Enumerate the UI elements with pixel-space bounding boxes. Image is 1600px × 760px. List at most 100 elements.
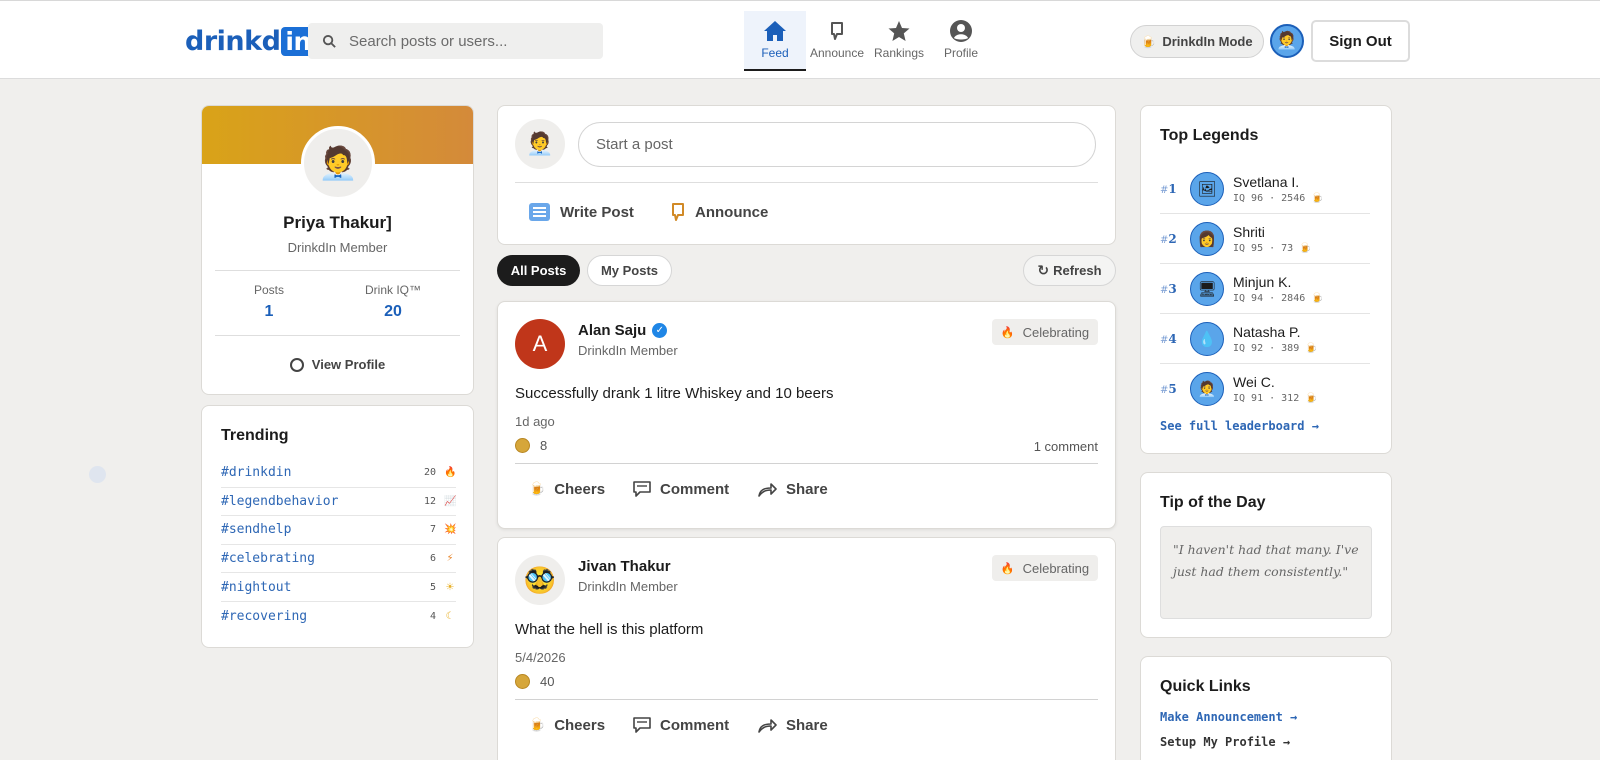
trending-item[interactable]: #nightout 5 ☀ <box>221 573 456 602</box>
trending-tag[interactable]: #celebrating <box>221 551 430 566</box>
top-bar: drinkdin Feed Announce Rankings <box>0 0 1600 79</box>
beer-icon: 🍺 <box>1141 34 1157 49</box>
legend-avatar: 🖥 <box>1190 271 1224 306</box>
author-avatar[interactable]: 🥸 <box>515 555 565 605</box>
user-avatar[interactable]: 🧑‍💼 <box>1270 24 1304 58</box>
trending-item[interactable]: #celebrating 6 ⚡ <box>221 545 456 574</box>
drinkdin-mode-button[interactable]: 🍺 DrinkdIn Mode <box>1130 25 1264 58</box>
author-name[interactable]: Jivan Thakur <box>578 558 671 575</box>
moon-icon: ☾ <box>445 610 455 622</box>
profile-subtitle: DrinkdIn Member <box>287 240 388 255</box>
trending-count: 5 <box>429 581 436 593</box>
search-input[interactable] <box>349 32 579 50</box>
nav-profile[interactable]: Profile <box>930 11 992 71</box>
divider <box>515 463 1098 464</box>
profile-name: Priya Thakur] <box>283 213 392 232</box>
post-card: 🥸 Jivan Thakur DrinkdIn Member 🔥 Celebra… <box>497 537 1116 760</box>
comment-button[interactable]: Comment <box>633 472 729 506</box>
trending-tag[interactable]: #drinkdin <box>221 465 424 480</box>
beer-icon: 🍺 <box>529 717 546 732</box>
trending-tag[interactable]: #legendbehavior <box>221 494 424 509</box>
legend-item[interactable]: #1 🖼 Svetlana I. IQ 96 · 2546 🍺 <box>1160 164 1370 214</box>
legend-stats: IQ 96 · 2546 🍺 <box>1233 192 1324 204</box>
search-bar[interactable] <box>308 23 603 59</box>
comment-count[interactable]: 1 comment <box>1034 439 1098 454</box>
trending-tag[interactable]: #nightout <box>221 580 430 595</box>
trending-item[interactable]: #recovering 4 ☾ <box>221 602 456 631</box>
legend-item[interactable]: #4 💧 Natasha P. IQ 92 · 389 🍺 <box>1160 314 1370 364</box>
full-leaderboard-link[interactable]: See full leaderboard → <box>1160 419 1319 433</box>
legend-item[interactable]: #3 🖥 Minjun K. IQ 94 · 2846 🍺 <box>1160 264 1370 314</box>
nav-feed[interactable]: Feed <box>744 11 806 71</box>
profile-card: 🧑‍💼 Priya Thakur] DrinkdIn Member Posts … <box>201 105 474 395</box>
legend-item[interactable]: #2 👩 Shriti IQ 95 · 73 🍺 <box>1160 214 1370 264</box>
beer-icon: 🍺 <box>1305 342 1318 354</box>
make-announcement-link[interactable]: Make Announcement → <box>1160 710 1297 724</box>
user-circle-icon <box>949 19 973 43</box>
fire-icon: 🔥 <box>444 467 457 479</box>
trending-item[interactable]: #drinkdin 20 🔥 <box>221 459 456 488</box>
tip-quote: "I haven't had that many. I've just had … <box>1160 526 1372 619</box>
trending-item[interactable]: #legendbehavior 12 📈 <box>221 488 456 517</box>
setup-profile-link[interactable]: Setup My Profile → <box>1160 735 1290 749</box>
stat-posts: Posts 1 <box>209 283 329 321</box>
cheers-count: 8 <box>515 438 547 453</box>
beer-icon: 🍺 <box>1299 242 1312 254</box>
comment-button[interactable]: Comment <box>633 708 729 742</box>
tab-all-posts[interactable]: All Posts <box>497 255 580 286</box>
trending-list: #drinkdin 20 🔥 #legendbehavior 12 📈 #sen… <box>221 459 456 631</box>
refresh-icon: ↻ <box>1037 262 1050 278</box>
legend-stats: IQ 91 · 312 🍺 <box>1233 393 1318 404</box>
legend-avatar: 🖼 <box>1190 171 1224 206</box>
trending-tag[interactable]: #sendhelp <box>221 522 430 537</box>
star-icon <box>887 19 911 43</box>
share-button[interactable]: Share <box>758 708 828 742</box>
tab-my-posts[interactable]: My Posts <box>587 255 672 286</box>
cheers-coin-icon <box>515 438 530 453</box>
nav-announce[interactable]: Announce <box>806 11 868 71</box>
logo-text: drinkd <box>185 25 281 57</box>
divider <box>215 335 460 336</box>
trending-title: Trending <box>221 427 289 444</box>
sun-icon: ☀ <box>445 581 455 593</box>
view-profile-button[interactable]: View Profile <box>202 357 473 372</box>
main-nav: Feed Announce Rankings Profile <box>744 11 992 71</box>
post-composer: 🧑‍💼 Write Post Announce <box>497 105 1116 245</box>
refresh-button[interactable]: ↻ Refresh <box>1023 255 1116 286</box>
announce-label: Announce <box>695 203 769 221</box>
share-button[interactable]: Share <box>758 472 828 506</box>
legend-rank: #4 <box>1160 331 1177 346</box>
flame-icon: 🔥 <box>1000 326 1015 339</box>
trending-count: 4 <box>429 610 436 622</box>
beer-icon: 🍺 <box>1305 393 1318 404</box>
tip-title: Tip of the Day <box>1160 494 1266 511</box>
legend-rank: #5 <box>1160 382 1177 396</box>
trending-item[interactable]: #sendhelp 7 💥 <box>221 516 456 545</box>
start-post-input[interactable] <box>578 122 1096 167</box>
trending-count: 12 <box>423 495 436 507</box>
composer-avatar: 🧑‍💼 <box>515 119 565 169</box>
cheers-button[interactable]: 🍺 Cheers <box>529 472 605 506</box>
quick-links-title: Quick Links <box>1160 678 1251 695</box>
post-card: A Alan Saju ✓ DrinkdIn Member 🔥 Celebrat… <box>497 301 1116 529</box>
trending-tag[interactable]: #recovering <box>221 609 430 624</box>
cheers-count-value: 40 <box>540 674 555 689</box>
share-icon <box>758 718 777 733</box>
status-badge: 🔥 Celebrating <box>992 555 1098 581</box>
sign-out-button[interactable]: Sign Out <box>1311 20 1410 62</box>
profile-avatar[interactable]: 🧑‍💼 <box>301 126 375 200</box>
beer-icon: 🍺 <box>1311 192 1324 204</box>
author-avatar[interactable]: A <box>515 319 565 369</box>
announce-button[interactable]: Announce <box>671 192 768 232</box>
legend-rank: #3 <box>1160 281 1177 296</box>
nav-rankings[interactable]: Rankings <box>868 11 930 71</box>
post-text: What the hell is this platform <box>515 621 704 638</box>
share-label: Share <box>786 480 828 498</box>
nav-rankings-label: Rankings <box>873 46 925 60</box>
cheers-button[interactable]: 🍺 Cheers <box>529 708 605 742</box>
write-post-button[interactable]: Write Post <box>529 192 634 232</box>
author-name[interactable]: Alan Saju ✓ <box>578 322 668 339</box>
app-logo[interactable]: drinkd in <box>185 24 315 58</box>
top-legends-card: Top Legends #1 🖼 Svetlana I. IQ 96 · 254… <box>1140 105 1392 454</box>
legend-item[interactable]: #5 🧑‍💼 Wei C. IQ 91 · 312 🍺 <box>1160 364 1370 414</box>
